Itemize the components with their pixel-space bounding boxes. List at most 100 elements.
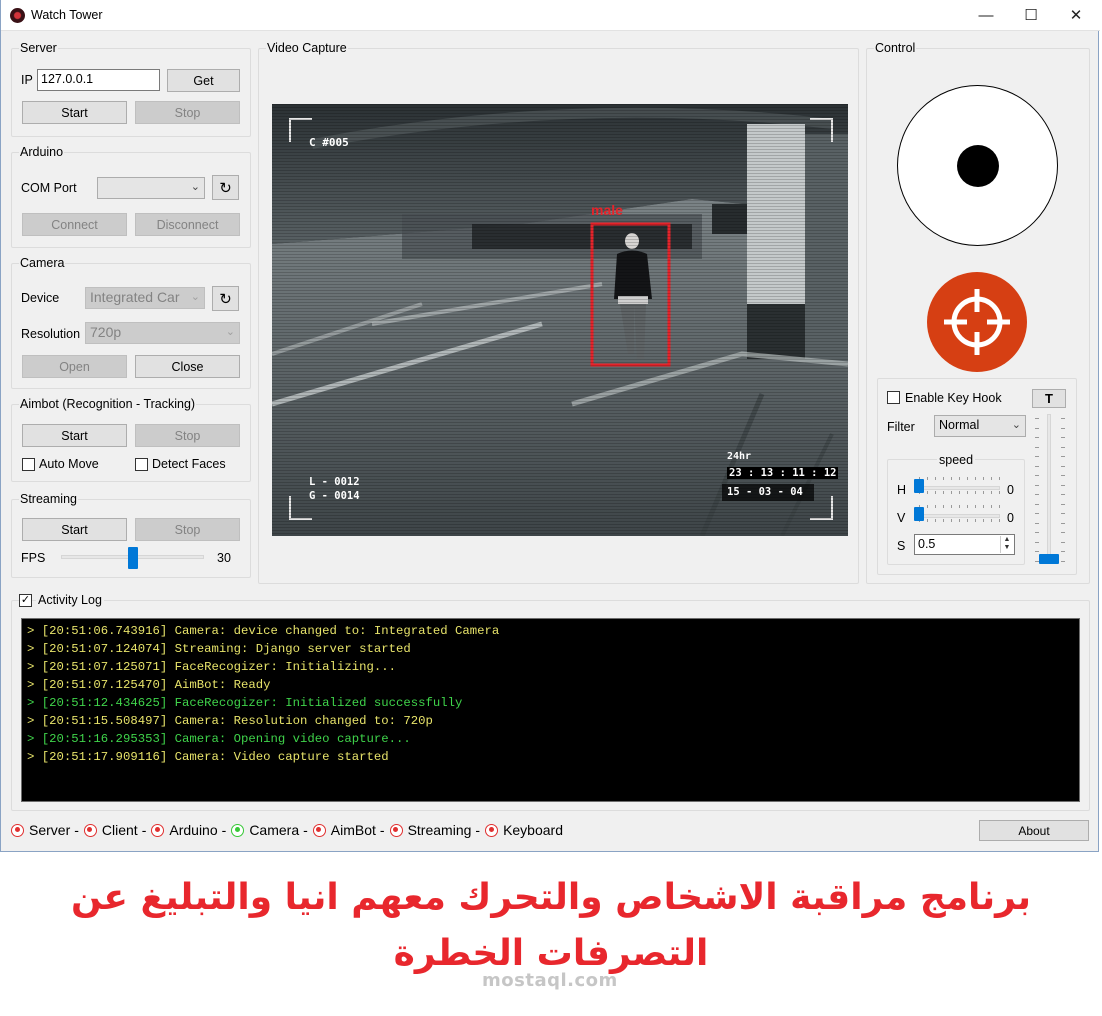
log-prompt: > (27, 696, 42, 710)
h-slider-thumb[interactable] (914, 479, 924, 493)
connect-button[interactable]: Connect (22, 213, 127, 236)
close-window-button[interactable]: ✕ (1053, 0, 1099, 30)
log-prompt: > (27, 750, 42, 764)
arduino-group-title: Arduino (19, 145, 65, 159)
slider-tick (1061, 484, 1065, 486)
server-start-button[interactable]: Start (22, 101, 127, 124)
fps-label: FPS (21, 551, 46, 565)
v-value: 0 (1007, 511, 1014, 525)
com-port-select[interactable]: ⌄ (97, 177, 205, 199)
v-label: V (897, 511, 906, 525)
spin-arrows-icon[interactable]: ▲ ▼ (1000, 536, 1013, 553)
v-slider-thumb[interactable] (914, 507, 924, 521)
disconnect-button[interactable]: Disconnect (135, 213, 240, 236)
ip-input[interactable]: 127.0.0.1 (37, 69, 160, 91)
s-label: S (897, 539, 906, 553)
log-text: [20:51:17.909116] Camera: Video capture … (41, 750, 389, 764)
detect-faces-checkbox[interactable] (135, 458, 148, 471)
joystick-knob[interactable] (957, 145, 999, 187)
aimbot-stop-button[interactable]: Stop (135, 424, 240, 447)
t-button[interactable]: T (1032, 389, 1066, 408)
status-label: AimBot (330, 822, 376, 838)
fps-slider-thumb[interactable] (127, 547, 138, 569)
status-indicator-icon (312, 823, 326, 837)
slider-tick (991, 477, 992, 480)
chevron-down-icon: ⌄ (225, 326, 235, 338)
status-separator: - (141, 822, 147, 838)
activity-log-console[interactable]: > [20:51:06.743916] Camera: device chang… (21, 618, 1080, 802)
video-feed[interactable]: C #005 male L - 0012 G - 0014 24hr 23 : … (272, 104, 848, 536)
status-separator: - (379, 822, 385, 838)
about-button[interactable]: About (979, 820, 1089, 841)
slider-tick (1035, 484, 1039, 486)
log-prompt: > (27, 732, 42, 746)
app-logo-icon (10, 8, 25, 23)
camera-open-button[interactable]: Open (22, 355, 127, 378)
slider-tick (1035, 513, 1039, 514)
status-label: Arduino (169, 822, 218, 838)
slider-tick (1061, 437, 1065, 438)
h-slider-track[interactable] (914, 486, 1000, 490)
slider-tick (967, 477, 968, 480)
slider-tick (935, 505, 936, 508)
log-entry: > [20:51:15.508497] Camera: Resolution c… (27, 712, 1074, 730)
slider-tick (1061, 427, 1065, 429)
resolution-select[interactable]: 720p ⌄ (85, 322, 240, 344)
status-streaming: Streaming (389, 822, 471, 838)
slider-tick (967, 505, 968, 508)
streaming-stop-button[interactable]: Stop (135, 518, 240, 541)
log-entry: > [20:51:17.909116] Camera: Video captur… (27, 748, 1074, 766)
streaming-start-button[interactable]: Start (22, 518, 127, 541)
joystick-pad[interactable] (897, 85, 1058, 246)
minimize-icon: — (978, 6, 994, 24)
com-port-label: COM Port (21, 181, 77, 195)
device-label: Device (21, 291, 60, 305)
v-slider-track[interactable] (914, 514, 1000, 518)
slider-tick (951, 491, 952, 494)
log-entry: > [20:51:06.743916] Camera: device chang… (27, 622, 1074, 640)
device-refresh-button[interactable]: ↻ (212, 286, 239, 311)
filter-select[interactable]: Normal ⌄ (934, 415, 1026, 437)
minimize-button[interactable]: — (963, 0, 1009, 30)
maximize-button[interactable]: ☐ (1008, 0, 1054, 30)
slider-tick (983, 505, 984, 508)
slider-tick (967, 491, 968, 494)
watermark: mostaql.com (482, 970, 618, 991)
slider-tick (983, 519, 984, 522)
aimbot-start-button[interactable]: Start (22, 424, 127, 447)
slider-tick (927, 519, 928, 522)
s-spinbox[interactable]: 0.5 ▲ ▼ (914, 534, 1015, 555)
slider-tick (1061, 465, 1065, 467)
device-select[interactable]: Integrated Car ⌄ (85, 287, 205, 309)
slider-tick (959, 477, 960, 480)
server-stop-button[interactable]: Stop (135, 101, 240, 124)
slider-tick (983, 491, 984, 494)
slider-tick (927, 477, 928, 480)
status-separator: - (475, 822, 481, 838)
get-ip-button[interactable]: Get (167, 69, 240, 92)
target-button[interactable] (927, 272, 1027, 372)
crosshair-icon (944, 289, 1010, 355)
activity-log-checkbox[interactable]: ✓ (19, 594, 32, 607)
filter-label: Filter (887, 420, 915, 434)
activity-log-label: Activity Log (36, 593, 104, 607)
h-label: H (897, 483, 907, 497)
com-refresh-button[interactable]: ↻ (212, 175, 239, 200)
slider-tick (975, 519, 976, 522)
vertical-slider-thumb[interactable] (1039, 554, 1059, 564)
refresh-icon: ↻ (219, 179, 232, 197)
auto-move-checkbox[interactable] (22, 458, 35, 471)
window-title: Watch Tower (31, 8, 103, 22)
app-window: Watch Tower — ☐ ✕ Server IP 127.0.0.1 Ge… (0, 0, 1100, 852)
slider-tick (927, 505, 928, 508)
slider-tick (1061, 513, 1065, 514)
slider-tick (1061, 522, 1065, 524)
maximize-icon: ☐ (1024, 7, 1038, 24)
slider-tick (1035, 446, 1039, 448)
camera-close-button[interactable]: Close (135, 355, 240, 378)
vertical-slider-track[interactable] (1047, 414, 1051, 564)
slider-tick (983, 477, 984, 480)
log-prompt: > (27, 714, 42, 728)
enable-key-hook-checkbox[interactable] (887, 391, 900, 404)
status-indicator-icon (389, 823, 403, 837)
